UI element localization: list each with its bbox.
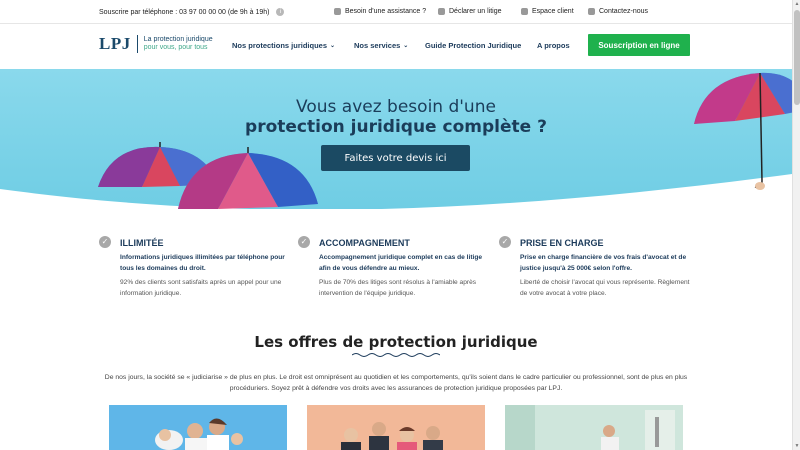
declare-litige-label: Déclarer un litige xyxy=(449,8,502,15)
nav-guide-label: Guide Protection Juridique xyxy=(425,41,522,50)
feature-title: ILLIMITÉE xyxy=(120,238,164,248)
get-quote-button[interactable]: Faites votre devis ici xyxy=(321,145,470,171)
assistance-link[interactable]: Besoin d'une assistance ? xyxy=(334,8,426,15)
renovation-photo xyxy=(505,405,683,450)
hero-title-line-2: protection juridique complète ? xyxy=(245,117,547,137)
check-icon: ✓ xyxy=(99,236,111,248)
chat-icon xyxy=(334,8,341,15)
feature-highlight: Informations juridiques illimitées par t… xyxy=(120,254,285,272)
check-icon: ✓ xyxy=(499,236,511,248)
declare-litige-link[interactable]: Déclarer un litige xyxy=(438,8,502,15)
offer-card-family[interactable] xyxy=(109,405,287,450)
family-photo xyxy=(109,405,287,450)
logo-tagline: La protection juridique pour vous, pour … xyxy=(144,36,213,52)
hero-background xyxy=(0,69,792,209)
nav-guide[interactable]: Guide Protection Juridique xyxy=(425,41,521,50)
flag-icon xyxy=(438,8,445,15)
offers-section-title: Les offres de protection juridique xyxy=(254,333,538,351)
client-area-label: Espace client xyxy=(532,8,574,15)
nav-protections-label: Nos protections juridiques xyxy=(232,41,328,50)
tagline-line-1: La protection juridique xyxy=(143,36,213,43)
contact-label: Contactez-nous xyxy=(599,8,649,15)
feature-description: Plus de 70% des litiges sont résolus à l… xyxy=(319,279,477,297)
offer-card-professionals[interactable] xyxy=(307,405,485,450)
team-photo xyxy=(307,405,485,450)
nav-protections[interactable]: Nos protections juridiques ⌄ xyxy=(232,41,335,50)
feature-title: ACCOMPAGNEMENT xyxy=(319,238,410,248)
feature-description: Liberté de choisir l'avocat qui vous rep… xyxy=(520,279,690,297)
assistance-link-label: Besoin d'une assistance ? xyxy=(345,8,427,15)
chevron-down-icon: ⌄ xyxy=(330,43,336,49)
logo[interactable]: LPJ La protection juridique pour vous, p… xyxy=(99,34,213,54)
contact-link[interactable]: Contactez-nous xyxy=(588,8,648,15)
page: Souscrire par téléphone : 03 97 00 00 00… xyxy=(0,0,800,450)
check-icon: ✓ xyxy=(298,236,310,248)
wave-divider xyxy=(352,353,440,357)
main-header: LPJ La protection juridique pour vous, p… xyxy=(0,25,792,69)
logo-divider xyxy=(136,35,138,53)
phone-text: Souscrire par téléphone : 03 97 00 00 00… xyxy=(99,8,270,16)
chevron-down-icon: ⌄ xyxy=(403,43,409,49)
logo-mark: LPJ xyxy=(99,34,131,53)
info-icon[interactable]: i xyxy=(276,8,285,16)
scroll-down-icon[interactable]: ▼ xyxy=(793,442,800,450)
hero-title-line-1: Vous avez besoin d'une xyxy=(296,97,496,117)
page-scrollbar[interactable]: ▲ ▼ xyxy=(792,0,800,450)
mail-icon xyxy=(588,8,595,15)
phone-info: Souscrire par téléphone : 03 97 00 00 00… xyxy=(99,8,285,16)
nav-services[interactable]: Nos services ⌄ xyxy=(354,41,408,50)
feature-highlight: Prise en charge financière de vos frais … xyxy=(520,254,687,272)
feature-title: PRISE EN CHARGE xyxy=(520,238,604,248)
user-icon xyxy=(521,8,528,15)
feature-description: 92% des clients sont satisfaits après un… xyxy=(120,279,282,297)
feature-highlight: Accompagnement juridique complet en cas … xyxy=(319,254,483,272)
offers-intro-text: De nos jours, la société se « judiciaris… xyxy=(104,374,688,392)
offer-card-renovation[interactable] xyxy=(505,405,683,450)
scrollbar-thumb[interactable] xyxy=(794,10,800,105)
nav-about-label: A propos xyxy=(537,41,570,50)
hero-banner: Vous avez besoin d'une protection juridi… xyxy=(0,69,792,209)
top-bar: Souscrire par téléphone : 03 97 00 00 00… xyxy=(0,0,792,24)
client-area-link[interactable]: Espace client xyxy=(521,8,574,15)
scroll-up-icon[interactable]: ▲ xyxy=(793,0,800,8)
nav-about[interactable]: A propos xyxy=(537,41,570,50)
nav-services-label: Nos services xyxy=(354,41,401,50)
online-subscription-button[interactable]: Souscription en ligne xyxy=(588,34,690,56)
tagline-line-2: pour vous, pour tous xyxy=(143,44,208,51)
